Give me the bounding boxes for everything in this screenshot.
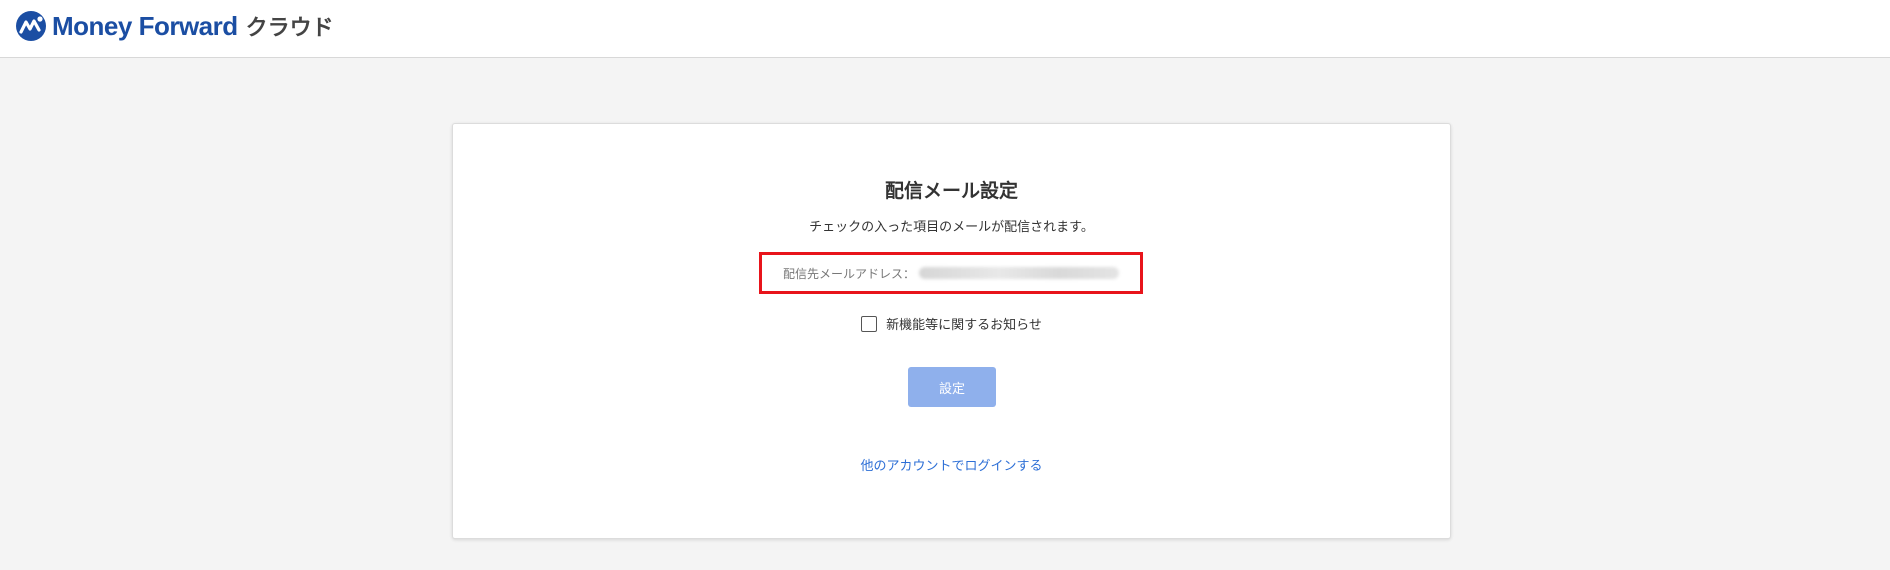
newsletter-checkbox[interactable] <box>861 315 878 332</box>
newsletter-checkbox-row[interactable]: 新機能等に関するお知らせ <box>453 314 1450 333</box>
page-title: 配信メール設定 <box>884 180 1018 202</box>
other-account-login-link[interactable]: 他のアカウントでログインする <box>453 455 1450 474</box>
page-subtitle: チェックの入った項目のメールが配信されます。 <box>809 220 1094 235</box>
logo-suffix-text: クラウド <box>245 16 334 41</box>
delivery-email-highlight: 配信先メールアドレス： <box>759 252 1143 294</box>
delivery-email-value-blurred <box>919 267 1119 279</box>
header-bar: Money Forward クラウド <box>0 0 1890 58</box>
money-forward-logo-icon <box>16 11 46 41</box>
logo-brand-text: Money Forward <box>52 10 238 41</box>
submit-settings-button[interactable]: 設定 <box>908 367 996 407</box>
newsletter-checkbox-label[interactable]: 新機能等に関するお知らせ <box>886 314 1042 333</box>
mail-settings-card: 配信メール設定 チェックの入った項目のメールが配信されます。 配信先メールアドレ… <box>452 123 1451 539</box>
delivery-email-label: 配信先メールアドレス： <box>782 266 915 281</box>
money-forward-logo[interactable]: Money Forward クラウド <box>15 10 334 42</box>
